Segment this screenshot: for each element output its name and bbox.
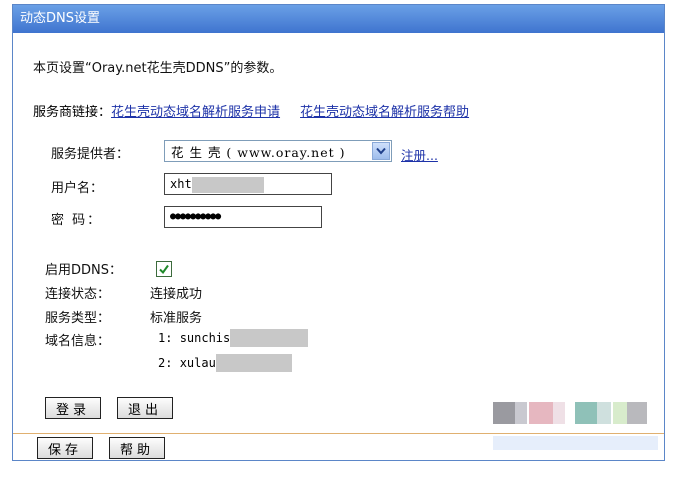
logout-button[interactable]: 退出 xyxy=(117,397,173,419)
save-button[interactable]: 保存 xyxy=(37,437,93,459)
service-type-value: 标准服务 xyxy=(150,311,203,326)
connection-status-label: 连接状态： xyxy=(45,287,111,302)
password-value: ●●●●●●●●●● xyxy=(170,211,221,222)
provider-select-value: 花 生 壳 ( www.oray.net ) xyxy=(171,144,346,160)
pixelated-watermark xyxy=(493,402,663,454)
service-type-label: 服务类型： xyxy=(45,311,111,326)
help-button[interactable]: 帮助 xyxy=(109,437,165,459)
username-value: xht xyxy=(170,177,192,191)
domain-name: xulau xyxy=(179,356,216,370)
password-field[interactable]: ●●●●●●●●●● xyxy=(164,206,322,228)
chevron-down-icon[interactable] xyxy=(372,142,390,160)
redacted-mask xyxy=(215,354,292,372)
username-label: 用户名： xyxy=(51,181,104,196)
domain-name: sunchis xyxy=(179,331,231,345)
provider-links-row: 服务商链接：花生壳动态域名解析服务申请 花生壳动态域名解析服务帮助 xyxy=(33,101,469,120)
domain-index: 1: xyxy=(158,331,173,345)
check-icon xyxy=(159,264,169,275)
register-link[interactable]: 注册... xyxy=(401,145,438,164)
domain-info-label: 域名信息： xyxy=(45,334,111,349)
panel-title: 动态DNS设置 xyxy=(13,5,664,33)
username-field[interactable]: xht xyxy=(164,173,332,195)
password-label: 密 码： xyxy=(51,213,103,228)
enable-ddns-checkbox[interactable] xyxy=(156,261,172,277)
connection-status-value: 连接成功 xyxy=(150,287,203,302)
service-help-link[interactable]: 花生壳动态域名解析服务帮助 xyxy=(300,105,469,120)
panel-content: 本页设置“Oray.net花生壳DDNS”的参数。 服务商链接：花生壳动态域名解… xyxy=(13,33,664,433)
provider-label: 服务提供者： xyxy=(51,147,130,162)
redacted-mask xyxy=(230,329,309,347)
domain-item: 1: sunchis xyxy=(158,329,309,347)
provider-links-label: 服务商链接： xyxy=(33,105,112,120)
ddns-settings-panel: 动态DNS设置 本页设置“Oray.net花生壳DDNS”的参数。 服务商链接：… xyxy=(12,4,665,461)
domain-item: 2: xulau xyxy=(158,354,292,372)
domain-index: 2: xyxy=(158,356,173,370)
redacted-mask xyxy=(191,176,264,193)
page-description: 本页设置“Oray.net花生壳DDNS”的参数。 xyxy=(33,61,283,76)
provider-select[interactable]: 花 生 壳 ( www.oray.net ) xyxy=(164,140,392,162)
enable-ddns-label: 启用DDNS： xyxy=(45,263,122,278)
apply-service-link[interactable]: 花生壳动态域名解析服务申请 xyxy=(111,105,280,120)
login-button[interactable]: 登录 xyxy=(45,397,101,419)
